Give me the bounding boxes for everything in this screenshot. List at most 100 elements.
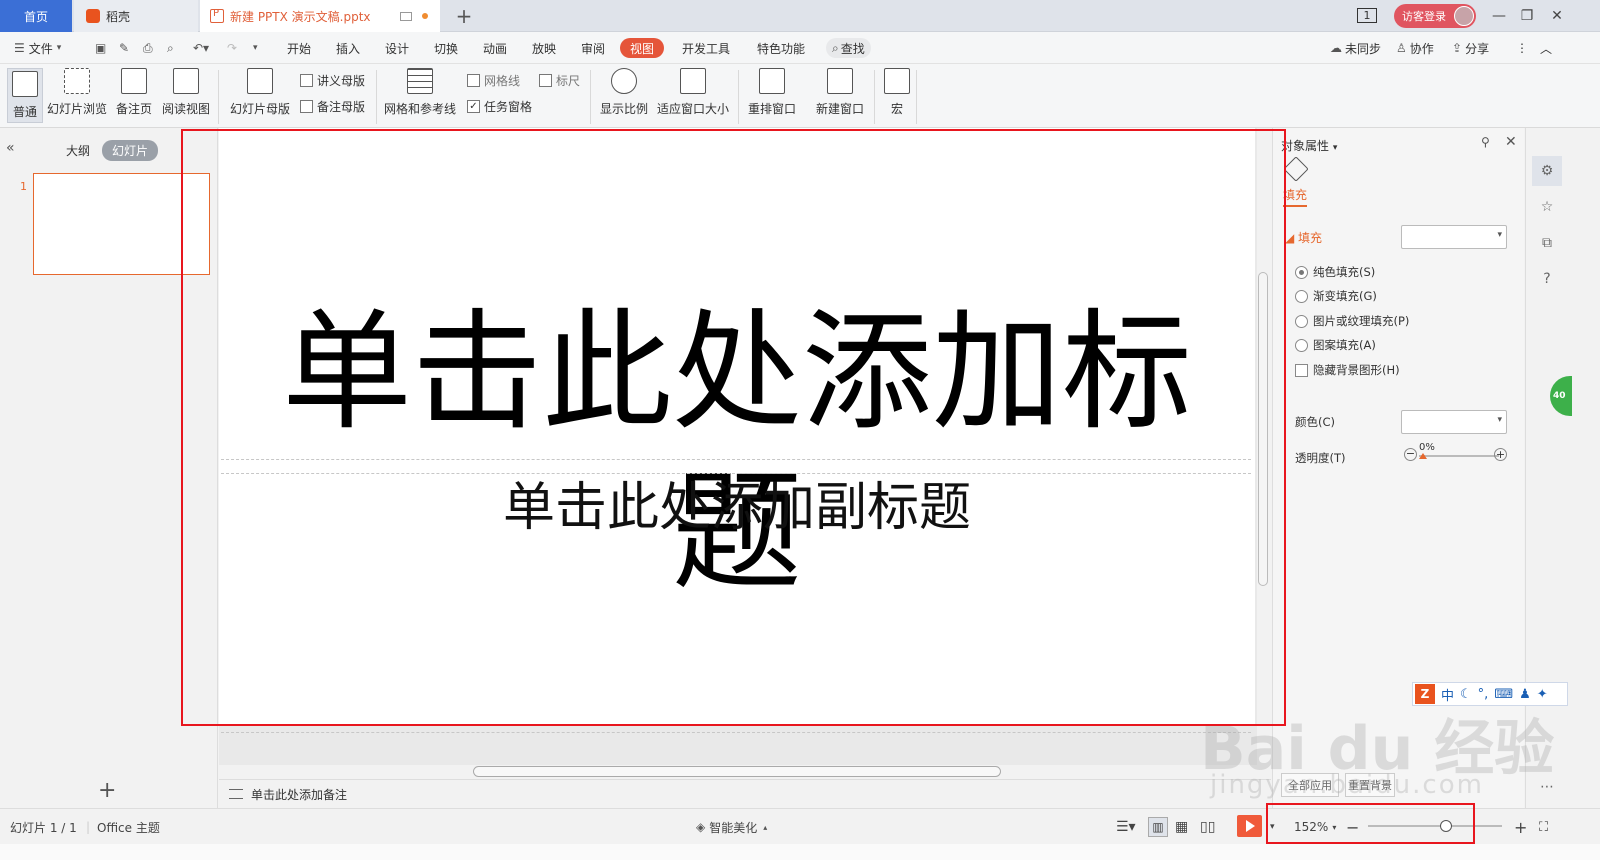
slide-master-button[interactable]: 幻灯片母版 bbox=[230, 68, 290, 117]
quick-access-dropdown-icon[interactable]: ▾ bbox=[253, 32, 258, 64]
help-icon[interactable]: ? bbox=[1532, 264, 1562, 294]
play-slideshow-button[interactable] bbox=[1237, 815, 1262, 837]
panel-title[interactable]: 对象属性 ▾ bbox=[1281, 137, 1337, 154]
macro-button[interactable]: 宏 bbox=[884, 68, 910, 117]
slide-browse-button[interactable]: 幻灯片浏览 bbox=[47, 68, 107, 117]
new-tab-button[interactable]: + bbox=[452, 0, 476, 32]
tab-outline[interactable]: 大纲 bbox=[66, 142, 90, 159]
close-icon[interactable]: ✕ bbox=[1542, 0, 1572, 32]
notes-toggle-icon[interactable]: ☰▾ bbox=[1116, 809, 1136, 845]
menu-features[interactable]: 特色功能 bbox=[757, 32, 805, 64]
more-icon[interactable]: ⋮ bbox=[1516, 32, 1528, 64]
hide-background-label: 隐藏背景图形(H) bbox=[1313, 363, 1400, 377]
notes-master-button[interactable]: 备注母版 bbox=[300, 98, 365, 115]
print-preview-icon[interactable]: ⌕ bbox=[167, 32, 174, 64]
close-panel-icon[interactable]: ✕ bbox=[1505, 134, 1517, 150]
task-pane-checkbox[interactable]: ✓ 任务窗格 bbox=[467, 98, 532, 115]
fill-type-dropdown[interactable] bbox=[1401, 225, 1507, 249]
guest-login-button[interactable]: 访客登录 bbox=[1394, 4, 1476, 28]
format-painter-icon[interactable]: ✎ bbox=[119, 32, 129, 64]
editing-canvas: 单击此处添加标题 单击此处添加副标题 bbox=[219, 128, 1257, 765]
zoom-slider[interactable] bbox=[1368, 825, 1502, 827]
zoom-in-icon[interactable]: + bbox=[1514, 809, 1527, 845]
redo-icon[interactable]: ↷ bbox=[227, 32, 237, 64]
print-icon[interactable]: ⎙ bbox=[143, 32, 153, 64]
smart-beautify-button[interactable]: ◈ 智能美化 ▴ bbox=[696, 809, 767, 845]
slide-thumbnail[interactable] bbox=[33, 173, 210, 275]
sync-button[interactable]: ☁ 未同步 bbox=[1330, 32, 1381, 64]
minimize-icon[interactable]: — bbox=[1484, 0, 1514, 32]
menu-slideshow[interactable]: 放映 bbox=[532, 32, 556, 64]
radio-solid-fill[interactable]: 纯色填充(S) bbox=[1295, 264, 1375, 280]
notes-page-button[interactable]: 备注页 bbox=[116, 68, 152, 117]
pin-icon[interactable]: ⚲ bbox=[1481, 135, 1490, 149]
reading-view-button[interactable]: 阅读视图 bbox=[162, 68, 210, 117]
slide-title-placeholder[interactable]: 单击此处添加标题 bbox=[219, 292, 1255, 612]
handout-master-button[interactable]: 讲义母版 bbox=[300, 72, 365, 89]
menu-animation[interactable]: 动画 bbox=[483, 32, 507, 64]
fit-to-window-icon[interactable]: ⛶ bbox=[1539, 809, 1548, 845]
slide-subtitle-placeholder[interactable]: 单击此处添加副标题 bbox=[219, 478, 1255, 538]
normal-view-status-icon[interactable]: ▥ bbox=[1148, 817, 1168, 837]
restore-icon[interactable]: ❐ bbox=[1512, 0, 1542, 32]
file-menu[interactable]: ☰ 文件 ▾ bbox=[14, 32, 61, 64]
notes-pane[interactable]: 单击此处添加备注 bbox=[219, 779, 1271, 808]
transition-icon[interactable]: ⧉ bbox=[1532, 228, 1562, 258]
search-button[interactable]: ⌕ 查找 bbox=[826, 38, 871, 58]
zoom-level-dropdown[interactable]: 152% ▾ bbox=[1294, 809, 1336, 845]
fill-section-header[interactable]: ◢ 填充 bbox=[1285, 229, 1322, 246]
tab-slides[interactable]: 幻灯片 bbox=[102, 140, 159, 161]
menu-start[interactable]: 开始 bbox=[287, 32, 311, 64]
new-window-button[interactable]: 新建窗口 bbox=[816, 68, 864, 117]
gridlines-checkbox[interactable]: 网格线 bbox=[467, 72, 520, 89]
collab-button[interactable]: ♙ 协作 bbox=[1396, 32, 1434, 64]
undo-icon[interactable]: ↶▾ bbox=[193, 32, 209, 64]
grid-guides-button[interactable]: 网格和参考线 bbox=[384, 68, 456, 117]
window-count-badge[interactable]: 1 bbox=[1357, 8, 1377, 23]
fit-window-button[interactable]: 适应窗口大小 bbox=[657, 68, 729, 117]
view-normal-button[interactable]: 普通 bbox=[7, 68, 43, 123]
add-slide-button[interactable]: + bbox=[98, 778, 116, 803]
paint-bucket-icon[interactable] bbox=[1283, 156, 1309, 182]
menu-review[interactable]: 审阅 bbox=[581, 32, 605, 64]
monitor-icon[interactable] bbox=[400, 11, 412, 21]
slide[interactable]: 单击此处添加标题 单击此处添加副标题 bbox=[219, 128, 1255, 733]
tab-home[interactable]: 首页 bbox=[0, 0, 72, 32]
star-icon[interactable]: ☆ bbox=[1532, 192, 1562, 222]
horizontal-scroll-thumb[interactable] bbox=[473, 766, 1001, 777]
share-button[interactable]: ⇪ 分享 bbox=[1452, 32, 1489, 64]
decrease-transparency-icon[interactable]: − bbox=[1404, 448, 1417, 461]
reading-view-icon[interactable]: ▯▯ bbox=[1200, 809, 1215, 845]
menu-view[interactable]: 视图 bbox=[620, 38, 665, 58]
arrange-windows-button[interactable]: 重排窗口 bbox=[748, 68, 796, 117]
tab-fill[interactable]: 填充 bbox=[1283, 186, 1308, 207]
tab-document[interactable]: 新建 PPTX 演示文稿.pptx bbox=[200, 0, 440, 32]
slide-sorter-icon[interactable]: ▦ bbox=[1175, 809, 1188, 845]
transparency-slider-thumb[interactable] bbox=[1419, 453, 1427, 459]
tab-daoke[interactable]: 稻壳 bbox=[74, 0, 198, 32]
radio-gradient-fill[interactable]: 渐变填充(G) bbox=[1295, 288, 1377, 304]
collapse-ribbon-icon[interactable]: ︿ bbox=[1540, 32, 1552, 64]
vertical-scroll-thumb[interactable] bbox=[1258, 272, 1268, 586]
menu-design[interactable]: 设计 bbox=[385, 32, 409, 64]
hide-background-checkbox[interactable]: 隐藏背景图形(H) bbox=[1295, 362, 1400, 378]
menu-developer[interactable]: 开发工具 bbox=[682, 32, 730, 64]
properties-icon[interactable]: ⚙ bbox=[1532, 156, 1562, 186]
increase-transparency-icon[interactable]: + bbox=[1494, 448, 1507, 461]
pptx-file-icon bbox=[210, 8, 224, 23]
color-dropdown[interactable] bbox=[1401, 410, 1507, 434]
zoom-out-icon[interactable]: − bbox=[1346, 809, 1359, 845]
menu-insert[interactable]: 插入 bbox=[336, 32, 360, 64]
radio-picture-fill[interactable]: 图片或纹理填充(P) bbox=[1295, 313, 1409, 329]
zoom-slider-thumb[interactable] bbox=[1439, 820, 1452, 832]
save-icon[interactable]: ▣ bbox=[95, 32, 106, 64]
collapse-panel-icon[interactable]: « bbox=[6, 140, 15, 156]
theme-name[interactable]: Office 主题 bbox=[97, 809, 160, 845]
transparency-value: 0% bbox=[1419, 442, 1435, 453]
menu-transition[interactable]: 切换 bbox=[434, 32, 458, 64]
zoom-ratio-button[interactable]: 显示比例 bbox=[600, 68, 648, 117]
ruler-checkbox[interactable]: 标尺 bbox=[539, 72, 580, 89]
transparency-slider[interactable] bbox=[1419, 455, 1499, 457]
play-options-icon[interactable]: ▾ bbox=[1270, 809, 1275, 845]
radio-pattern-fill[interactable]: 图案填充(A) bbox=[1295, 337, 1376, 353]
